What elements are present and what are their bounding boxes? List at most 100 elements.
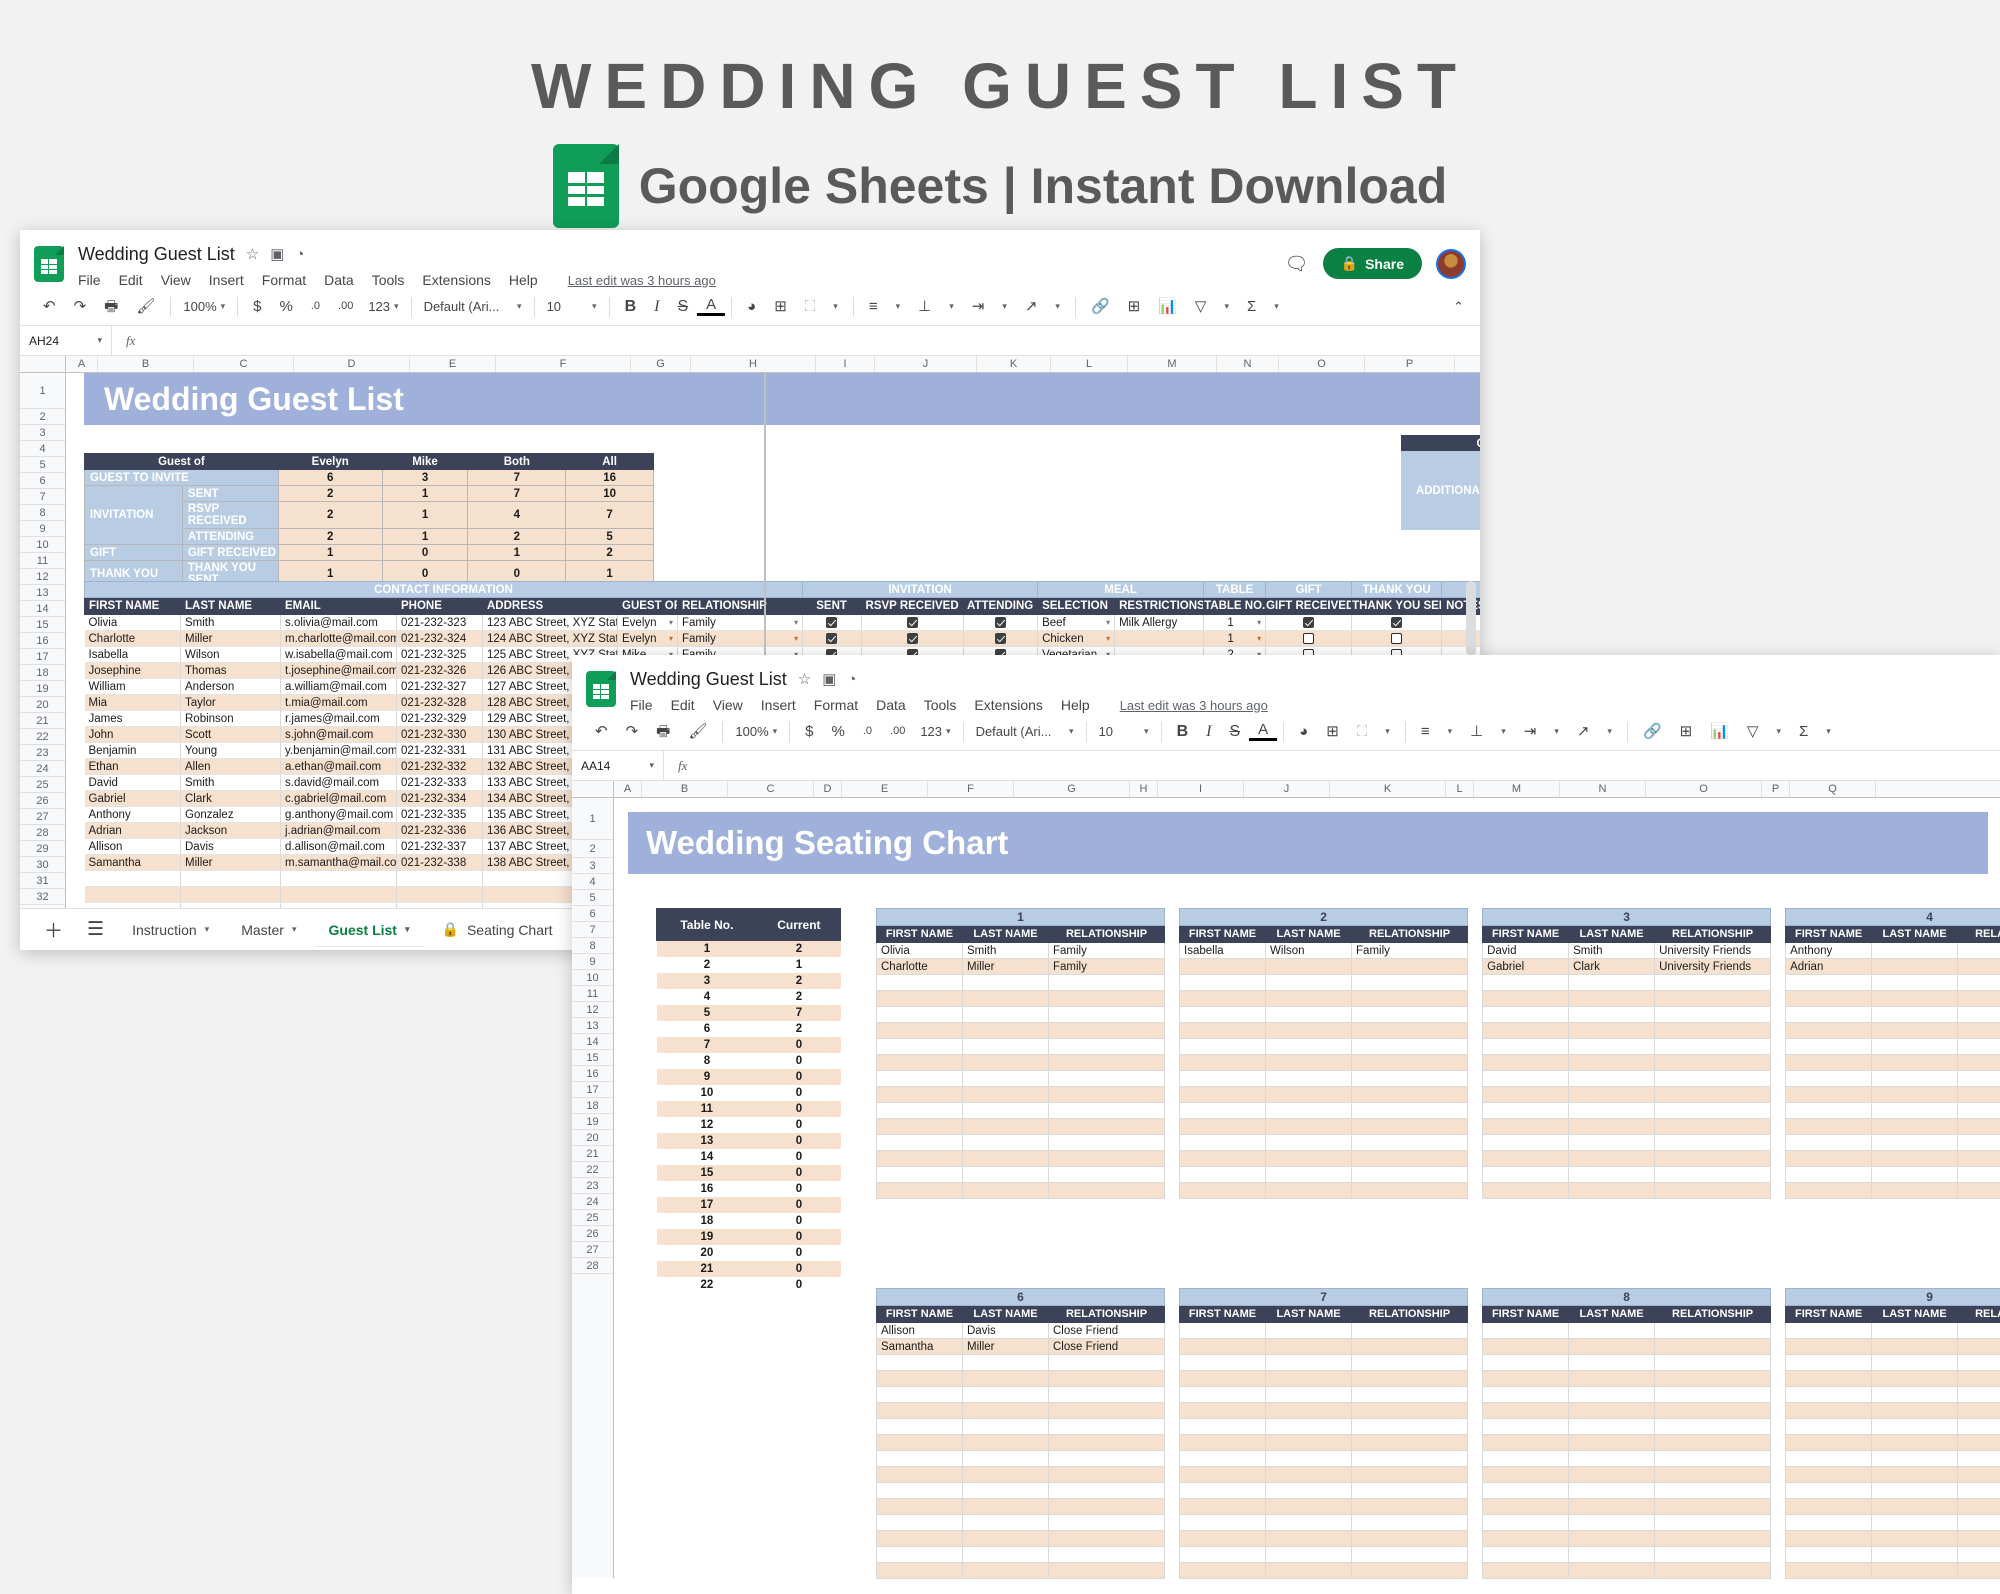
row-header[interactable]: 24 bbox=[572, 1194, 613, 1210]
cell-last-name[interactable] bbox=[1568, 990, 1656, 1007]
cloud-saved-icon[interactable]: ◔ bbox=[295, 247, 304, 262]
cell-last-name[interactable]: Wilson bbox=[180, 646, 281, 663]
insert-chart-icon[interactable]: 📊 bbox=[1701, 724, 1738, 739]
seat-row[interactable] bbox=[876, 1166, 1166, 1183]
cell-first-name[interactable] bbox=[1785, 1386, 1873, 1403]
cell-first-name[interactable]: James bbox=[84, 710, 181, 727]
seat-row[interactable] bbox=[1785, 1038, 2000, 1055]
row-header[interactable]: 9 bbox=[572, 954, 613, 970]
seat-row[interactable] bbox=[1482, 990, 1772, 1007]
seat-row[interactable] bbox=[876, 1006, 1166, 1023]
cell-first-name[interactable] bbox=[876, 1530, 963, 1547]
seat-row[interactable] bbox=[876, 1102, 1166, 1119]
insert-comment-icon[interactable]: ⊞ bbox=[1671, 724, 1702, 739]
cell-phone[interactable] bbox=[396, 870, 483, 887]
cell-first-name[interactable]: Olivia bbox=[84, 614, 181, 631]
seat-row[interactable] bbox=[876, 1450, 1166, 1467]
cell-first-name[interactable]: David bbox=[84, 774, 181, 791]
cell-first-name[interactable] bbox=[1482, 990, 1570, 1007]
cell-first-name[interactable]: Gabriel bbox=[84, 790, 181, 807]
seat-row[interactable] bbox=[1785, 1482, 2000, 1499]
cell-current-count[interactable]: 0 bbox=[757, 1245, 840, 1261]
cell-email[interactable] bbox=[280, 870, 397, 887]
cell-first-name[interactable] bbox=[1482, 1134, 1570, 1151]
cell-first-name[interactable] bbox=[1482, 974, 1570, 991]
cell-table-no[interactable]: 1 bbox=[656, 940, 758, 957]
cell-last-name[interactable] bbox=[962, 1418, 1049, 1435]
cell-first-name[interactable]: Adrian bbox=[84, 822, 181, 839]
cell-first-name[interactable] bbox=[876, 1118, 963, 1135]
cell-last-name[interactable] bbox=[1568, 1134, 1656, 1151]
italic-button[interactable]: I bbox=[645, 298, 668, 315]
menu-data[interactable]: Data bbox=[324, 272, 354, 288]
cell-first-name[interactable]: Samantha bbox=[876, 1338, 963, 1355]
undo-icon[interactable]: ↶ bbox=[586, 724, 617, 739]
checkbox[interactable] bbox=[1302, 632, 1314, 644]
cell-relationship[interactable]: Family bbox=[1047, 958, 1166, 975]
seat-row[interactable] bbox=[1179, 1182, 1469, 1199]
menu-file[interactable]: File bbox=[630, 697, 653, 713]
seat-row[interactable] bbox=[876, 1530, 1166, 1547]
name-box[interactable]: AH24 ▾ bbox=[20, 326, 112, 355]
redo-icon[interactable]: ↷ bbox=[65, 299, 96, 314]
cell-first-name[interactable] bbox=[1785, 1450, 1873, 1467]
cell-relationship[interactable] bbox=[1654, 1070, 1772, 1087]
cell-relationship[interactable] bbox=[1957, 1546, 2000, 1563]
cell-relationship[interactable] bbox=[1351, 1070, 1469, 1087]
cell-first-name[interactable] bbox=[1179, 1514, 1267, 1531]
horizontal-align-icon[interactable]: ≡ bbox=[860, 299, 887, 314]
col-D[interactable]: D bbox=[294, 356, 410, 372]
cell-first-name[interactable]: John bbox=[84, 726, 181, 743]
cell-first-name[interactable] bbox=[1785, 1038, 1873, 1055]
menu-format[interactable]: Format bbox=[814, 697, 858, 713]
row-header[interactable]: 4 bbox=[572, 874, 613, 890]
cell-relationship[interactable] bbox=[1957, 1338, 2000, 1355]
menu-view[interactable]: View bbox=[161, 272, 191, 288]
cell-relationship[interactable] bbox=[1351, 958, 1469, 975]
seat-row[interactable] bbox=[1482, 1182, 1772, 1199]
cell-last-name[interactable] bbox=[1568, 1482, 1656, 1499]
seat-row[interactable] bbox=[1785, 1022, 2000, 1039]
cell-first-name[interactable] bbox=[1785, 1562, 1873, 1579]
col-F[interactable]: F bbox=[496, 356, 631, 372]
cell-relationship[interactable] bbox=[1351, 1482, 1469, 1499]
wrap-chevron-down-icon[interactable]: ▾ bbox=[1545, 727, 1568, 736]
cell-phone[interactable] bbox=[396, 886, 483, 903]
cell-current-count[interactable]: 1 bbox=[757, 957, 840, 973]
seat-row[interactable]: Isabella Wilson Family bbox=[1179, 942, 1469, 959]
cell-relationship[interactable]: University Friends bbox=[1654, 942, 1772, 959]
cell-first-name[interactable] bbox=[1179, 1546, 1267, 1563]
cell-table-no[interactable]: 1 ▾ bbox=[1203, 614, 1267, 631]
seat-row[interactable] bbox=[1785, 1434, 2000, 1451]
cell-first-name[interactable] bbox=[876, 1134, 963, 1151]
seat-row[interactable] bbox=[1785, 1546, 2000, 1563]
cell-last-name[interactable] bbox=[962, 974, 1049, 991]
row-header[interactable]: 28 bbox=[20, 825, 65, 841]
cell-first-name[interactable] bbox=[1785, 1118, 1873, 1135]
move-to-folder-icon[interactable]: ▣ bbox=[822, 672, 836, 687]
cell-first-name[interactable] bbox=[1179, 1354, 1267, 1371]
cell-relationship[interactable] bbox=[1351, 1530, 1469, 1547]
cell-first-name[interactable] bbox=[1179, 1402, 1267, 1419]
cell-relationship[interactable] bbox=[1047, 1354, 1166, 1371]
cell-phone[interactable]: 021-232-338 bbox=[396, 854, 483, 871]
cell-relationship[interactable] bbox=[1654, 1530, 1772, 1547]
cell-relationship[interactable] bbox=[1957, 1070, 2000, 1087]
header-guest-of[interactable]: GUEST OF bbox=[617, 597, 678, 615]
row-header[interactable]: 6 bbox=[20, 473, 65, 489]
cell-first-name[interactable] bbox=[1482, 1166, 1570, 1183]
cell-last-name[interactable] bbox=[1265, 1102, 1353, 1119]
merge-chevron-down-icon[interactable]: ▾ bbox=[824, 302, 847, 311]
cell-relationship[interactable] bbox=[1351, 974, 1469, 991]
col-A[interactable]: A bbox=[614, 781, 642, 797]
row-header[interactable]: 5 bbox=[572, 890, 613, 906]
row-header[interactable]: 23 bbox=[572, 1178, 613, 1194]
cell-current-count[interactable]: 2 bbox=[757, 972, 841, 989]
cell-relationship[interactable] bbox=[1654, 1418, 1772, 1435]
cell-relationship[interactable] bbox=[1351, 1166, 1469, 1183]
table-row[interactable]: Olivia Smith s.olivia@mail.com 021-232-323 1… bbox=[84, 614, 1480, 631]
seat-row[interactable] bbox=[876, 1054, 1166, 1071]
cell-last-name[interactable] bbox=[1568, 1562, 1656, 1579]
cell-relationship[interactable] bbox=[1351, 1354, 1469, 1371]
header-attending[interactable]: ATTENDING bbox=[963, 597, 1039, 615]
